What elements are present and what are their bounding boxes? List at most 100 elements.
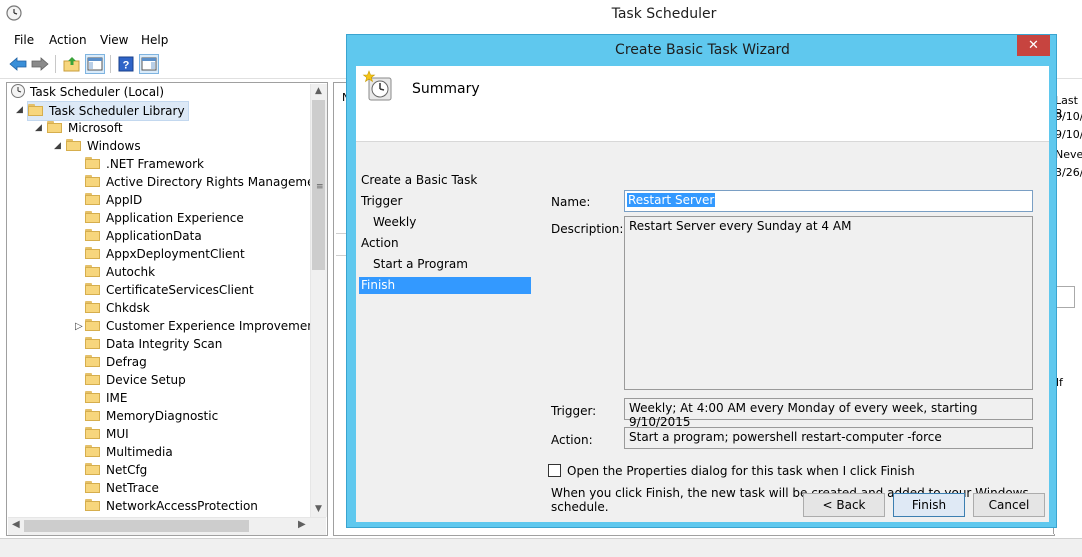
folder-icon — [85, 175, 101, 187]
folder-icon — [85, 265, 101, 277]
tree-folder-item[interactable]: Application Experience — [85, 209, 244, 227]
tree-folder-label: NetworkAccessProtection — [106, 499, 258, 513]
last-run-value: 9/10/ — [1055, 128, 1082, 141]
tree-folder-item[interactable]: MemoryDiagnostic — [85, 407, 218, 425]
forward-arrow-icon[interactable] — [30, 54, 50, 74]
tree-vertical-scrollbar[interactable]: ▲ ≡ ▼ — [310, 84, 327, 517]
folder-icon — [85, 391, 101, 403]
description-field[interactable]: Restart Server every Sunday at 4 AM — [624, 216, 1033, 390]
tree-folder-item[interactable]: Defrag — [85, 353, 147, 371]
wizard-step-weekly: Weekly — [373, 215, 417, 229]
action-label: Action: — [551, 433, 593, 447]
last-run-value: 3/26/ — [1055, 166, 1082, 179]
tree-folder-item[interactable]: NetworkAccessProtection — [85, 497, 258, 515]
last-run-value: 9/10/ — [1055, 110, 1082, 123]
tree-item-root[interactable]: Task Scheduler (Local) — [10, 83, 164, 101]
description-label: Description: — [551, 222, 624, 236]
tree-folder-label: NetCfg — [106, 463, 148, 477]
menu-view[interactable]: View — [100, 33, 128, 47]
tree-folder-item[interactable]: Multimedia — [85, 443, 173, 461]
tree-folder-item[interactable]: MUI — [85, 425, 129, 443]
show-hide-console-tree-icon[interactable] — [85, 54, 105, 74]
cancel-button[interactable]: Cancel — [973, 493, 1045, 517]
console-tree[interactable]: Task Scheduler (Local) ◢ Task Scheduler … — [6, 82, 328, 536]
tree-folder-item[interactable]: AppID — [85, 191, 142, 209]
action-field[interactable]: Start a program; powershell restart-comp… — [624, 427, 1033, 449]
name-value: Restart Server — [627, 193, 716, 207]
tree-folder-item[interactable]: Device Setup — [85, 371, 186, 389]
scroll-up-icon[interactable]: ▲ — [315, 86, 322, 96]
up-folder-icon[interactable] — [62, 54, 82, 74]
tree-folder-item[interactable]: NetCfg — [85, 461, 147, 479]
back-arrow-icon[interactable] — [8, 54, 28, 74]
svg-text:?: ? — [123, 60, 130, 72]
app-title: Task Scheduler — [611, 6, 717, 22]
tree-folder-label: Chkdsk — [106, 301, 150, 315]
menu-help[interactable]: Help — [141, 33, 168, 47]
name-field[interactable]: Restart Server — [624, 190, 1033, 212]
tree-folder-item[interactable]: NetTrace — [85, 479, 159, 497]
wizard-step-trigger: Trigger — [361, 194, 403, 208]
close-button[interactable]: ✕ — [1017, 35, 1050, 56]
tree-horizontal-scrollbar[interactable]: ◀ ▶ — [8, 517, 326, 535]
trigger-label: Trigger: — [551, 404, 597, 418]
folder-icon — [85, 409, 101, 421]
scroll-right-icon[interactable]: ▶ — [298, 519, 306, 530]
scroll-down-icon[interactable]: ▼ — [315, 504, 322, 514]
wizard-step-action: Action — [361, 236, 399, 250]
open-properties-checkbox[interactable] — [548, 464, 561, 477]
tree-folder-item[interactable]: .NET Framework — [85, 155, 204, 173]
folder-icon — [85, 337, 101, 349]
grip-icon: ≡ — [316, 182, 324, 192]
action-value: Start a program; powershell restart-comp… — [629, 430, 942, 444]
page-title: Summary — [412, 81, 480, 97]
tree-folder-label: Active Directory Rights Management S — [106, 175, 328, 189]
dialog-body: Summary Create a Basic Task Trigger Weekly… — [356, 66, 1049, 522]
tree-folder-label: AppxDeploymentClient — [106, 247, 245, 261]
tree-folder-item[interactable]: CertificateServicesClient — [85, 281, 254, 299]
folder-icon — [85, 427, 101, 439]
tree-item-microsoft[interactable]: Microsoft — [47, 119, 123, 137]
hscroll-thumb[interactable] — [24, 520, 249, 532]
tree-folder-item[interactable]: ApplicationData — [85, 227, 202, 245]
task-clock-star-icon — [362, 70, 392, 101]
show-hide-action-pane-icon[interactable] — [139, 54, 159, 74]
tree-folder-item[interactable]: Chkdsk — [85, 299, 150, 317]
tree-windows-label: Windows — [87, 139, 141, 153]
tree-microsoft-label: Microsoft — [68, 121, 123, 135]
create-basic-task-wizard: Create Basic Task Wizard ✕ Summary Creat… — [346, 34, 1057, 528]
folder-icon — [85, 301, 101, 313]
finish-button[interactable]: Finish — [893, 493, 965, 517]
tree-folder-item[interactable]: AppxDeploymentClient — [85, 245, 245, 263]
text-fragment: lf — [1056, 376, 1063, 389]
tree-folder-item[interactable]: IME — [85, 389, 127, 407]
description-value: Restart Server every Sunday at 4 AM — [629, 219, 852, 233]
folder-icon — [47, 121, 63, 133]
tree-folder-label: AppID — [106, 193, 143, 207]
back-button[interactable]: < Back — [803, 493, 885, 517]
help-icon[interactable]: ? — [116, 54, 136, 74]
menu-file[interactable]: File — [14, 33, 34, 47]
dialog-title: Create Basic Task Wizard — [615, 42, 790, 58]
expanded-arrow-icon[interactable]: ◢ — [54, 141, 61, 151]
collapsed-arrow-icon[interactable]: ▷ — [75, 321, 83, 332]
expanded-arrow-icon[interactable]: ◢ — [35, 123, 42, 133]
folder-icon — [85, 193, 101, 205]
scroll-left-icon[interactable]: ◀ — [12, 519, 20, 530]
menu-action[interactable]: Action — [49, 33, 87, 47]
tree-root-label: Task Scheduler (Local) — [30, 85, 165, 99]
checkbox-label[interactable]: Open the Properties dialog for this task… — [567, 464, 915, 478]
trigger-field[interactable]: Weekly; At 4:00 AM every Monday of every… — [624, 398, 1033, 429]
tree-folder-item[interactable]: Data Integrity Scan — [85, 335, 222, 353]
folder-icon — [85, 463, 101, 475]
tree-folder-item[interactable]: Autochk — [85, 263, 155, 281]
expanded-arrow-icon[interactable]: ◢ — [16, 105, 23, 115]
wizard-header: Summary — [356, 66, 1049, 142]
close-icon: ✕ — [1028, 38, 1039, 53]
wizard-step-finish: Finish — [359, 277, 531, 294]
tree-folder-label: Autochk — [106, 265, 156, 279]
tree-item-windows[interactable]: Windows — [66, 137, 141, 155]
tree-folder-item[interactable]: Customer Experience Improvement Pr — [85, 317, 327, 335]
tree-item-library[interactable]: Task Scheduler Library — [27, 101, 189, 121]
tree-folder-item[interactable]: Active Directory Rights Management S — [85, 173, 328, 191]
